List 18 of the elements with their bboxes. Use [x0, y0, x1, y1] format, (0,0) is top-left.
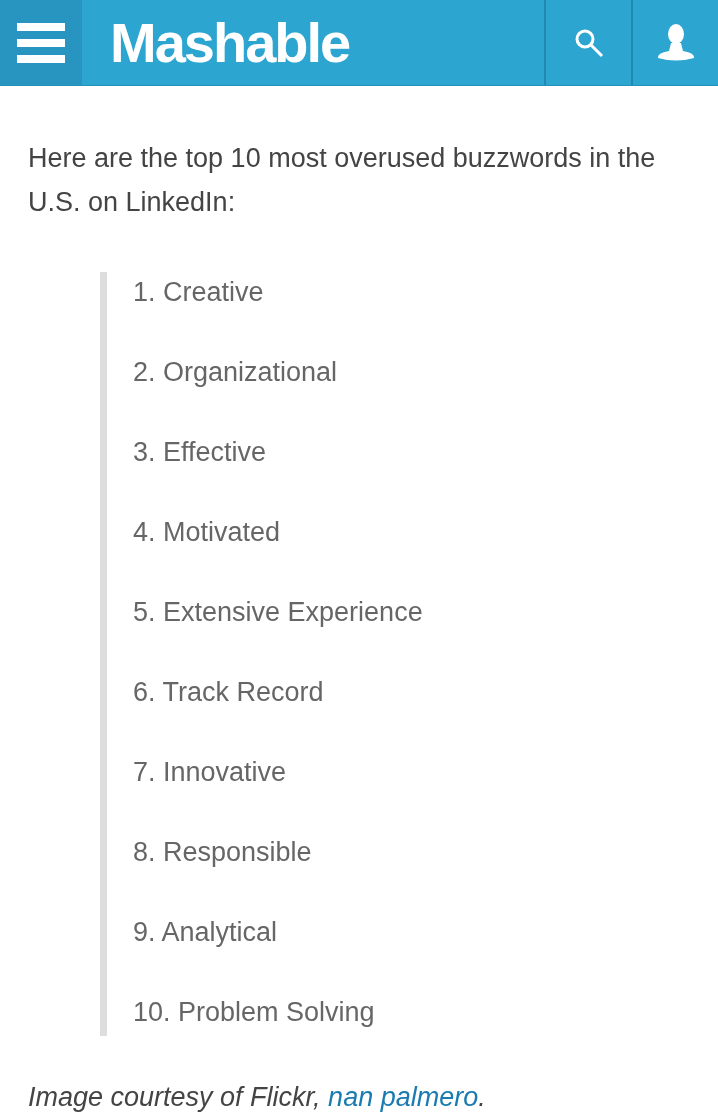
list-item: 2. Organizational — [133, 356, 339, 389]
list-item: 4. Motivated — [133, 516, 282, 549]
list-item: 10. Problem Solving — [133, 996, 376, 1029]
menu-icon — [17, 22, 65, 63]
list-item: 6. Track Record — [133, 676, 325, 709]
user-icon — [655, 22, 696, 63]
search-icon — [573, 27, 604, 58]
list-item: 9. Analytical — [133, 916, 279, 949]
list-item: 1. Creative — [133, 276, 265, 309]
intro-paragraph: Here are the top 10 most overused buzzwords in the U.S. on LinkedIn: — [28, 142, 657, 219]
photographer-link[interactable]: nan palmero — [328, 1082, 479, 1112]
logo[interactable]: Mashable — [82, 0, 544, 85]
list-item: 7. Innovative — [133, 756, 288, 789]
image-caption: Image courtesy of Flickr, nan palmero. — [28, 1082, 487, 1113]
list-item: 3. Effective — [133, 436, 268, 469]
list-item: 5. Extensive Experience — [133, 596, 424, 629]
list-item: 8. Responsible — [133, 836, 313, 869]
menu-button[interactable] — [0, 0, 82, 85]
